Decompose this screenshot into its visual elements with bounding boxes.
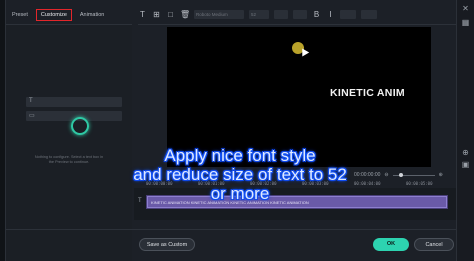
close-icon[interactable]: ✕	[461, 4, 470, 13]
opacity-field[interactable]	[361, 9, 377, 19]
grid-icon[interactable]: ▦	[461, 18, 470, 27]
delete-icon[interactable]: 🗑	[180, 10, 190, 19]
marker-icon[interactable]: ▣	[461, 160, 470, 169]
instruction-caption: Apply nice font style and reduce size of…	[60, 146, 420, 203]
bold-icon[interactable]: B	[312, 10, 321, 19]
zoom-in-icon[interactable]: ⊕	[461, 148, 470, 157]
text-icon: T	[29, 98, 33, 104]
customize-panel: T ▭ Nothing to configure. Select a text …	[6, 25, 132, 261]
preview-title-text[interactable]: KINETIC ANIM	[330, 87, 405, 99]
caption-line-2: and reduce size of text to 52	[133, 165, 347, 184]
save-as-custom-button[interactable]: Save as Custom	[139, 238, 195, 251]
cancel-button[interactable]: Cancel	[414, 238, 454, 251]
add-shape-icon[interactable]: □	[166, 10, 175, 19]
tab-preset[interactable]: Preset	[8, 10, 32, 20]
click-indicator-icon	[71, 117, 89, 135]
font-size-field[interactable]: 52	[249, 9, 269, 19]
text-toolbar: T ⊞ □ 🗑 Roboto Medium 52 B I	[138, 6, 456, 22]
tab-customize[interactable]: Customize	[35, 9, 72, 21]
shape-icon: ▭	[29, 113, 35, 119]
spacing-field[interactable]	[293, 9, 307, 19]
footer-divider	[6, 229, 456, 230]
color-field[interactable]	[274, 9, 288, 19]
add-text-icon[interactable]: ⊞	[152, 10, 161, 19]
italic-icon[interactable]: I	[326, 10, 335, 19]
tab-bar: Preset Customize Animation	[8, 8, 108, 22]
align-field[interactable]	[340, 9, 356, 19]
ok-button[interactable]: OK	[373, 238, 409, 251]
zoom-in-small-icon[interactable]: ⊕	[439, 172, 443, 178]
title-editor-window: ✕ ▦ ⊕ ▣ Preset Customize Animation T ▭ N…	[0, 0, 474, 261]
right-edge-panel: ✕ ▦ ⊕ ▣	[456, 0, 474, 261]
font-select[interactable]: Roboto Medium	[194, 9, 244, 19]
text-resize-icon[interactable]: T	[138, 10, 147, 19]
text-layer-row[interactable]: T	[26, 97, 122, 107]
caption-line-3: or more	[210, 184, 270, 203]
tab-animation[interactable]: Animation	[76, 10, 108, 20]
toolbar-divider	[138, 24, 456, 25]
caption-line-1: Apply nice font style	[164, 146, 316, 165]
